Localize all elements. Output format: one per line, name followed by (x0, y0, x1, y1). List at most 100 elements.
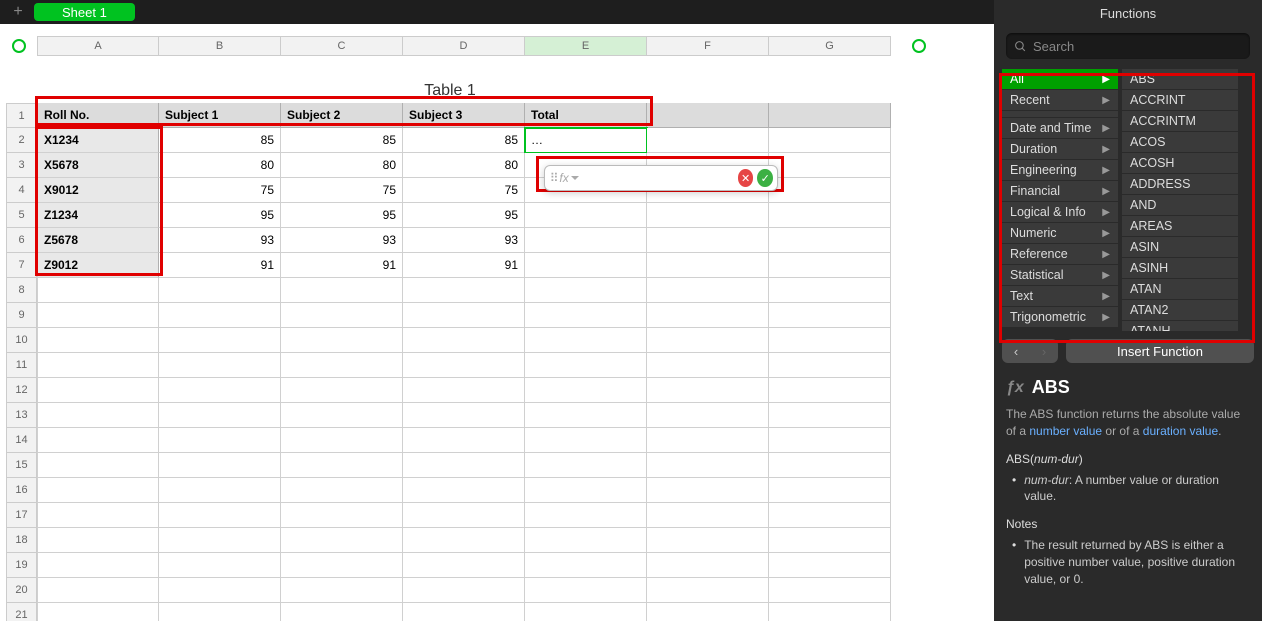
cell[interactable] (647, 578, 769, 603)
cell[interactable]: Total (525, 103, 647, 128)
cell[interactable] (769, 303, 891, 328)
cell[interactable]: 93 (281, 228, 403, 253)
function-search[interactable] (1006, 33, 1250, 59)
cell[interactable] (403, 603, 525, 621)
cell[interactable] (37, 328, 159, 353)
cell[interactable] (647, 478, 769, 503)
cell[interactable] (159, 603, 281, 621)
cell[interactable] (525, 403, 647, 428)
cell[interactable] (769, 553, 891, 578)
cell[interactable] (769, 253, 891, 278)
cell[interactable] (281, 478, 403, 503)
cell[interactable] (159, 503, 281, 528)
cell[interactable] (647, 328, 769, 353)
function-item[interactable]: ATAN2 (1122, 300, 1238, 320)
cell[interactable] (37, 303, 159, 328)
cell[interactable]: X9012 (37, 178, 159, 203)
col-header-e[interactable]: E (525, 36, 647, 56)
cell[interactable] (159, 453, 281, 478)
cell[interactable] (647, 353, 769, 378)
cell[interactable]: 91 (403, 253, 525, 278)
cell[interactable] (647, 128, 769, 153)
cell[interactable] (525, 603, 647, 621)
cell[interactable] (159, 378, 281, 403)
cell[interactable]: Z1234 (37, 203, 159, 228)
cell[interactable]: Roll No. (37, 103, 159, 128)
cell[interactable] (647, 528, 769, 553)
cell[interactable] (37, 603, 159, 621)
cell[interactable] (525, 203, 647, 228)
function-item[interactable]: ASIN (1122, 237, 1238, 257)
cell[interactable] (281, 578, 403, 603)
cell[interactable] (281, 378, 403, 403)
fx-dropdown[interactable]: fx (559, 171, 578, 185)
cell[interactable] (647, 403, 769, 428)
cell[interactable] (403, 553, 525, 578)
category-item[interactable]: Engineering▶ (1002, 160, 1118, 180)
col-header-c[interactable]: C (281, 36, 403, 56)
functions-list[interactable]: ABSACCRINTACCRINTMACOSACOSHADDRESSANDARE… (1122, 69, 1238, 331)
cell[interactable] (281, 403, 403, 428)
row-header[interactable]: 7 (6, 253, 37, 278)
categories-list[interactable]: All▶Recent▶Date and Time▶Duration▶Engine… (1002, 69, 1118, 331)
category-item[interactable]: Recent▶ (1002, 90, 1118, 110)
category-item[interactable]: All▶ (1002, 69, 1118, 89)
add-sheet-button[interactable]: + (8, 2, 28, 22)
function-item[interactable]: ATAN (1122, 279, 1238, 299)
cell[interactable] (159, 528, 281, 553)
cell[interactable] (403, 503, 525, 528)
cell[interactable] (525, 353, 647, 378)
cell[interactable] (769, 228, 891, 253)
cell[interactable] (525, 528, 647, 553)
row-header[interactable]: 4 (6, 178, 37, 203)
link-number-value[interactable]: number value (1029, 424, 1102, 438)
cell[interactable] (525, 278, 647, 303)
cell[interactable] (769, 103, 891, 128)
cell[interactable] (525, 253, 647, 278)
row-header[interactable]: 9 (6, 303, 37, 328)
cell[interactable] (769, 478, 891, 503)
cell[interactable] (281, 603, 403, 621)
cell[interactable] (769, 503, 891, 528)
row-header[interactable]: 6 (6, 228, 37, 253)
cell[interactable] (403, 278, 525, 303)
row-header[interactable]: 12 (6, 378, 37, 403)
function-item[interactable]: ACOS (1122, 132, 1238, 152)
cell[interactable] (281, 328, 403, 353)
cell[interactable] (525, 453, 647, 478)
category-item[interactable]: Text▶ (1002, 286, 1118, 306)
formula-accept-button[interactable]: ✓ (757, 169, 773, 187)
cell[interactable] (37, 428, 159, 453)
function-item[interactable]: ATANH (1122, 321, 1238, 331)
cell[interactable]: 85 (159, 128, 281, 153)
category-item[interactable]: Date and Time▶ (1002, 118, 1118, 138)
cell[interactable]: 75 (281, 178, 403, 203)
cell[interactable] (647, 278, 769, 303)
link-duration-value[interactable]: duration value (1143, 424, 1218, 438)
cell[interactable] (525, 503, 647, 528)
cell[interactable] (647, 103, 769, 128)
cell[interactable] (281, 353, 403, 378)
cell[interactable] (769, 153, 891, 178)
cell[interactable] (647, 603, 769, 621)
cell[interactable] (769, 428, 891, 453)
cell[interactable] (769, 203, 891, 228)
row-header[interactable]: 21 (6, 603, 37, 621)
search-input[interactable] (1033, 39, 1242, 54)
cell[interactable] (403, 478, 525, 503)
cell[interactable] (37, 528, 159, 553)
cell[interactable] (403, 378, 525, 403)
cell[interactable]: 95 (159, 203, 281, 228)
table-title[interactable]: Table 1 (0, 82, 900, 100)
cell[interactable] (159, 328, 281, 353)
cell[interactable] (647, 553, 769, 578)
cell[interactable] (403, 403, 525, 428)
cell[interactable]: 80 (403, 153, 525, 178)
sheet-tab[interactable]: Sheet 1 (34, 3, 135, 21)
formula-cancel-button[interactable]: ✕ (738, 169, 754, 187)
row-header[interactable]: 10 (6, 328, 37, 353)
cell[interactable] (769, 378, 891, 403)
cell[interactable]: 91 (159, 253, 281, 278)
cell[interactable] (37, 553, 159, 578)
cell[interactable] (647, 253, 769, 278)
